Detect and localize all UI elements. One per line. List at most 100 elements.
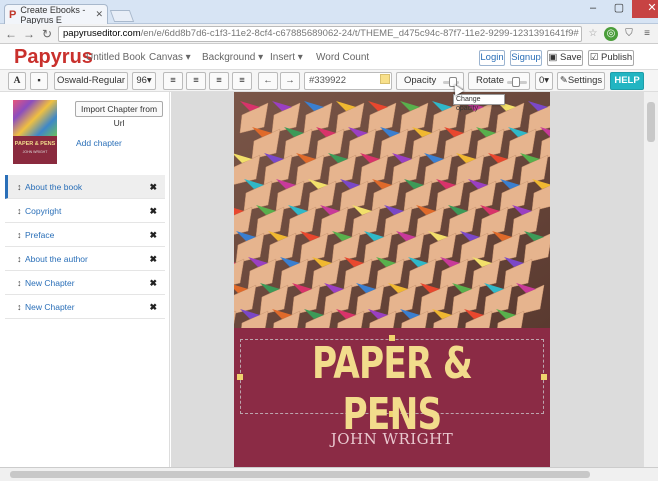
chapter-label[interactable]: Copyright bbox=[25, 206, 61, 216]
align-right-icon[interactable]: ≡ bbox=[186, 72, 206, 90]
chapter-sidebar: PAPER & PENS JOHN WRIGHT Import Chapter … bbox=[5, 92, 170, 467]
vertical-scrollbar[interactable] bbox=[643, 92, 658, 467]
font-family-select[interactable]: Oswald-Regular ▾ bbox=[54, 72, 128, 102]
chapter-item[interactable]: ↕ New Chapter ✖ bbox=[5, 271, 165, 295]
delete-chapter-icon[interactable]: ✖ bbox=[149, 271, 157, 295]
import-chapter-button[interactable]: Import Chapter from Url bbox=[75, 101, 163, 128]
menu-canvas[interactable]: Canvas ▾ bbox=[149, 52, 191, 63]
drag-handle-icon[interactable]: ↕ bbox=[17, 271, 22, 295]
drag-handle-icon[interactable]: ↕ bbox=[17, 295, 22, 319]
url-path: /en/e/6dd8b7d6-c1f3-11e2-8cf4-c678856890… bbox=[140, 27, 579, 39]
opacity-label: Opacity bbox=[404, 75, 437, 86]
pocket-icon[interactable]: ⛉ bbox=[622, 27, 636, 41]
send-backward-icon[interactable]: ← bbox=[258, 72, 278, 90]
resize-handle-left[interactable] bbox=[237, 374, 243, 380]
menu-canvas-label: Canvas bbox=[149, 52, 183, 63]
doc-title[interactable]: Untitled Book bbox=[86, 52, 145, 63]
font-size-select[interactable]: 96▾ bbox=[132, 72, 156, 90]
cover-thumbnail[interactable]: PAPER & PENS JOHN WRIGHT bbox=[13, 100, 57, 164]
text-tool-icon[interactable]: A bbox=[8, 72, 26, 90]
app-navbar: Papyrus Untitled Book Canvas ▾ Backgroun… bbox=[0, 45, 658, 70]
bring-forward-icon[interactable]: → bbox=[280, 72, 300, 90]
forward-icon[interactable]: → bbox=[22, 27, 36, 41]
publish-label: Publish bbox=[601, 52, 633, 63]
maximize-icon[interactable]: ▢ bbox=[606, 0, 632, 18]
chapter-label[interactable]: New Chapter bbox=[25, 278, 75, 288]
opacity-tooltip: Change opacity bbox=[453, 94, 505, 112]
delete-chapter-icon[interactable]: ✖ bbox=[149, 223, 157, 247]
browser-tab[interactable]: P Create Ebooks - Papyrus E ✕ bbox=[4, 4, 108, 24]
add-chapter-link[interactable]: Add chapter bbox=[76, 138, 122, 148]
save-button[interactable]: ▣ Save bbox=[547, 50, 583, 66]
delete-chapter-icon[interactable]: ✖ bbox=[149, 247, 157, 271]
menu-icon[interactable]: ≡ bbox=[640, 27, 654, 41]
vertical-scroll-thumb[interactable] bbox=[647, 102, 655, 142]
color-hex-input[interactable]: #339922 bbox=[304, 72, 392, 90]
image-tool-icon[interactable]: ▪ bbox=[30, 72, 48, 90]
rotate-value: 0 bbox=[538, 75, 545, 86]
chapter-label[interactable]: New Chapter bbox=[25, 302, 75, 312]
drag-handle-icon[interactable]: ↕ bbox=[17, 175, 22, 199]
horizontal-scrollbar[interactable] bbox=[0, 467, 658, 481]
settings-button[interactable]: ✎Settings bbox=[557, 72, 605, 90]
cover-photo[interactable] bbox=[234, 92, 550, 328]
cover-title[interactable]: PAPER & PENS bbox=[273, 338, 510, 440]
delete-chapter-icon[interactable]: ✖ bbox=[149, 199, 157, 223]
drag-handle-icon[interactable]: ↕ bbox=[17, 199, 22, 223]
window-controls: – ▢ ✕ bbox=[580, 0, 658, 18]
publish-icon: ☑ bbox=[589, 52, 599, 63]
minimize-icon[interactable]: – bbox=[580, 0, 606, 18]
help-button[interactable]: HELP bbox=[610, 72, 644, 90]
signup-button[interactable]: Signup bbox=[510, 50, 542, 66]
chapter-item[interactable]: ↕ Preface ✖ bbox=[5, 223, 165, 247]
reload-icon[interactable]: ↻ bbox=[40, 27, 54, 41]
chapter-label[interactable]: Preface bbox=[25, 230, 54, 240]
chapter-item[interactable]: ↕ About the book ✖ bbox=[5, 175, 165, 199]
chapter-item[interactable]: ↕ New Chapter ✖ bbox=[5, 295, 165, 319]
browser-titlebar: P Create Ebooks - Papyrus E ✕ – ▢ ✕ bbox=[0, 0, 658, 24]
rotate-value-select[interactable]: 0▾ bbox=[535, 72, 553, 90]
delete-chapter-icon[interactable]: ✖ bbox=[149, 295, 157, 319]
back-icon[interactable]: ← bbox=[4, 27, 18, 41]
brand-logo[interactable]: Papyrus bbox=[14, 46, 93, 69]
align-left-icon[interactable]: ≡ bbox=[163, 72, 183, 90]
resize-handle-right[interactable] bbox=[541, 374, 547, 380]
menu-word-count[interactable]: Word Count bbox=[316, 52, 369, 63]
cover-author[interactable]: JOHN WRIGHT bbox=[234, 430, 550, 448]
color-swatch[interactable] bbox=[380, 74, 390, 84]
thumbnail-author: JOHN WRIGHT bbox=[22, 150, 48, 154]
rotate-control[interactable]: Rotate bbox=[468, 72, 530, 90]
url-input[interactable]: papyruseditor.com/en/e/6dd8b7d6-c1f3-11e… bbox=[58, 25, 582, 42]
wrench-icon: ✎ bbox=[559, 75, 568, 86]
menu-insert[interactable]: Insert ▾ bbox=[270, 52, 303, 63]
bookmark-star-icon[interactable]: ☆ bbox=[586, 27, 600, 41]
login-button[interactable]: Login bbox=[479, 50, 505, 66]
extension-icon[interactable]: ◎ bbox=[604, 26, 618, 41]
thumbnail-title: PAPER & PENS bbox=[14, 141, 56, 147]
tab-close-icon[interactable]: ✕ bbox=[95, 9, 103, 20]
new-tab-button[interactable] bbox=[109, 10, 135, 22]
window-close-icon[interactable]: ✕ bbox=[632, 0, 658, 18]
papyrus-favicon-icon: P bbox=[9, 8, 17, 21]
chapter-label[interactable]: About the author bbox=[25, 254, 88, 264]
chapter-item[interactable]: ↕ Copyright ✖ bbox=[5, 199, 165, 223]
chapter-label[interactable]: About the book bbox=[25, 182, 82, 192]
settings-label: Settings bbox=[567, 75, 603, 86]
tab-title: Create Ebooks - Papyrus E bbox=[20, 4, 86, 24]
font-size-value: 96 bbox=[136, 75, 147, 86]
rotate-knob[interactable] bbox=[512, 77, 520, 87]
rotate-slider[interactable] bbox=[507, 77, 527, 87]
horizontal-scroll-thumb[interactable] bbox=[10, 471, 590, 478]
align-center-icon[interactable]: ≡ bbox=[209, 72, 229, 90]
menu-background-label: Background bbox=[202, 52, 256, 63]
rotate-label: Rotate bbox=[476, 75, 504, 86]
align-justify-icon[interactable]: ≡ bbox=[232, 72, 252, 90]
drag-handle-icon[interactable]: ↕ bbox=[17, 247, 22, 271]
menu-background[interactable]: Background ▾ bbox=[202, 52, 263, 63]
publish-button[interactable]: ☑ Publish bbox=[588, 50, 634, 66]
font-family-value: Oswald-Regular bbox=[56, 75, 126, 86]
delete-chapter-icon[interactable]: ✖ bbox=[149, 175, 157, 199]
address-bar: ← → ↻ papyruseditor.com/en/e/6dd8b7d6-c1… bbox=[0, 24, 658, 44]
drag-handle-icon[interactable]: ↕ bbox=[17, 223, 22, 247]
chapter-item[interactable]: ↕ About the author ✖ bbox=[5, 247, 165, 271]
